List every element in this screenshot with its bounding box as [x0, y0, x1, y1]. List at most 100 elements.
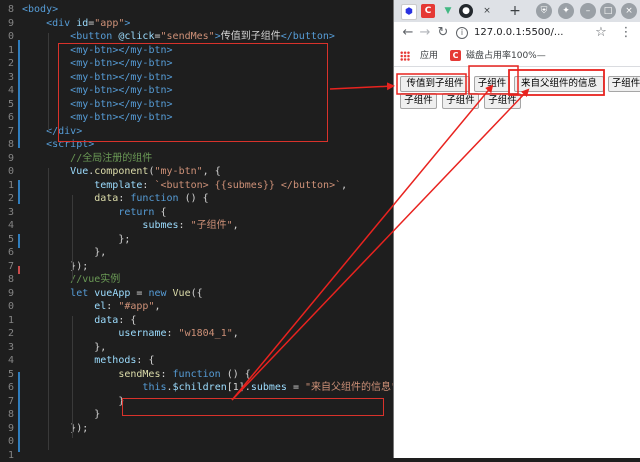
annotation-box-template [58, 43, 328, 142]
code-token: template [94, 180, 142, 191]
code-token [22, 396, 118, 407]
minimize-icon[interactable]: – [580, 3, 596, 19]
address-bar[interactable]: 127.0.0.1:5500/... [474, 25, 563, 41]
code-token: 传值到子组件 [221, 31, 281, 42]
code-token: return [118, 207, 154, 218]
code-token: vueApp [88, 288, 130, 299]
line-number: 7 [0, 260, 14, 274]
line-number: 8 [0, 138, 14, 152]
line-number: 0 [0, 300, 14, 314]
code-token: methods [94, 355, 136, 366]
tab-favicon-csdn-icon[interactable]: C [421, 4, 435, 18]
code-token: sendMes [118, 369, 160, 380]
code-line: }); [22, 422, 88, 436]
reload-icon[interactable]: ↻ [435, 25, 451, 41]
code-line: }; [22, 233, 130, 247]
code-token: "来自父组件的信息" [305, 382, 397, 393]
send-to-child-button[interactable]: 传值到子组件 [400, 76, 470, 92]
indent-guide [48, 168, 49, 450]
line-number: 2 [0, 192, 14, 206]
apps-grid-icon[interactable] [400, 51, 410, 61]
code-line: return { [22, 206, 167, 220]
child-button-5[interactable]: 子组件 [442, 93, 479, 109]
code-token [22, 31, 70, 42]
code-token: submes [142, 220, 178, 231]
code-token: , [154, 301, 160, 312]
line-number: 6 [0, 111, 14, 125]
line-number: 5 [0, 368, 14, 382]
code-line: } [22, 395, 124, 409]
code-token: data [94, 193, 118, 204]
menu-dots-icon[interactable]: ⋮ [618, 25, 634, 41]
bookmark-star-icon[interactable]: ☆ [593, 25, 609, 41]
child-button-4[interactable]: 子组件 [400, 93, 437, 109]
line-number: 8 [0, 3, 14, 17]
line-number: 9 [0, 17, 14, 31]
browser-window: ⬢ C ▼ ● × + ⛨ ✦ – □ × ← → ↻ i 127.0.0.1:… [393, 0, 640, 458]
tab-favicon-vue-icon[interactable]: ▼ [441, 4, 455, 18]
code-token: submes [251, 382, 287, 393]
code-token: //vue实例 [70, 274, 120, 285]
extension-icon[interactable]: ⛨ [536, 3, 552, 19]
line-number: 9 [0, 422, 14, 436]
code-token: , { [203, 166, 221, 177]
line-number: 7 [0, 395, 14, 409]
line-number: 9 [0, 152, 14, 166]
code-token: [1]. [227, 382, 251, 393]
bookmark-apps[interactable]: 应用 [420, 49, 438, 63]
code-token: "my-btn" [154, 166, 202, 177]
code-token: Vue [167, 288, 191, 299]
line-number: 2 [0, 57, 14, 71]
line-number: 0 [0, 435, 14, 449]
line-number: 1 [0, 449, 14, 462]
child-button-2[interactable]: 来自父组件的信息 [514, 76, 604, 92]
site-info-icon[interactable]: i [456, 27, 468, 39]
code-token [22, 166, 70, 177]
tab-favicon-baidu-icon[interactable]: ⬢ [401, 4, 417, 20]
code-token: </button> [281, 31, 335, 42]
code-line: //全局注册的组件 [22, 152, 152, 166]
line-number: 7 [0, 125, 14, 139]
close-window-icon[interactable]: × [621, 3, 637, 19]
code-line: } [22, 408, 100, 422]
code-token: : [160, 369, 172, 380]
forward-arrow-icon[interactable]: → [417, 25, 433, 41]
line-number: 8 [0, 273, 14, 287]
code-token [22, 139, 46, 150]
code-line: sendMes: function () { [22, 368, 251, 382]
code-token: : [106, 301, 118, 312]
code-token [22, 342, 94, 353]
code-token [22, 315, 94, 326]
code-token [22, 328, 118, 339]
code-line: let vueApp = new Vue({ [22, 287, 203, 301]
code-editor[interactable]: 8901234567890123456789012345678901 <body… [0, 0, 393, 458]
tab-favicon-github-icon[interactable]: ● [459, 4, 473, 18]
code-token: @click [112, 31, 154, 42]
line-number: 2 [0, 327, 14, 341]
code-token: "sendMes" [161, 31, 215, 42]
new-tab-icon[interactable]: + [508, 4, 522, 18]
code-token: function [130, 193, 178, 204]
line-number: 3 [0, 71, 14, 85]
code-token [22, 18, 46, 29]
maximize-icon[interactable]: □ [600, 3, 616, 19]
tab-close-icon[interactable]: × [480, 4, 494, 18]
line-number: 3 [0, 206, 14, 220]
code-token [22, 301, 94, 312]
child-button-6[interactable]: 子组件 [484, 93, 521, 109]
code-line: <button @click="sendMes">传值到子组件</button> [22, 30, 335, 44]
line-number: 6 [0, 381, 14, 395]
code-token: <button [70, 31, 112, 42]
user-avatar-icon[interactable]: ✦ [558, 3, 574, 19]
indent-guide [48, 33, 49, 131]
git-change-marker [18, 40, 20, 148]
code-token: id [70, 18, 88, 29]
bookmark-link[interactable]: 磁盘占用率100%— [466, 49, 546, 63]
code-token [22, 153, 70, 164]
back-arrow-icon[interactable]: ← [400, 25, 416, 41]
code-token: data [94, 315, 118, 326]
bookmarks-bar: 应用 C 磁盘占用率100%— [394, 46, 640, 67]
child-button-3[interactable]: 子组件 [608, 76, 640, 92]
child-button-1[interactable]: 子组件 [474, 76, 510, 92]
line-number: 1 [0, 314, 14, 328]
